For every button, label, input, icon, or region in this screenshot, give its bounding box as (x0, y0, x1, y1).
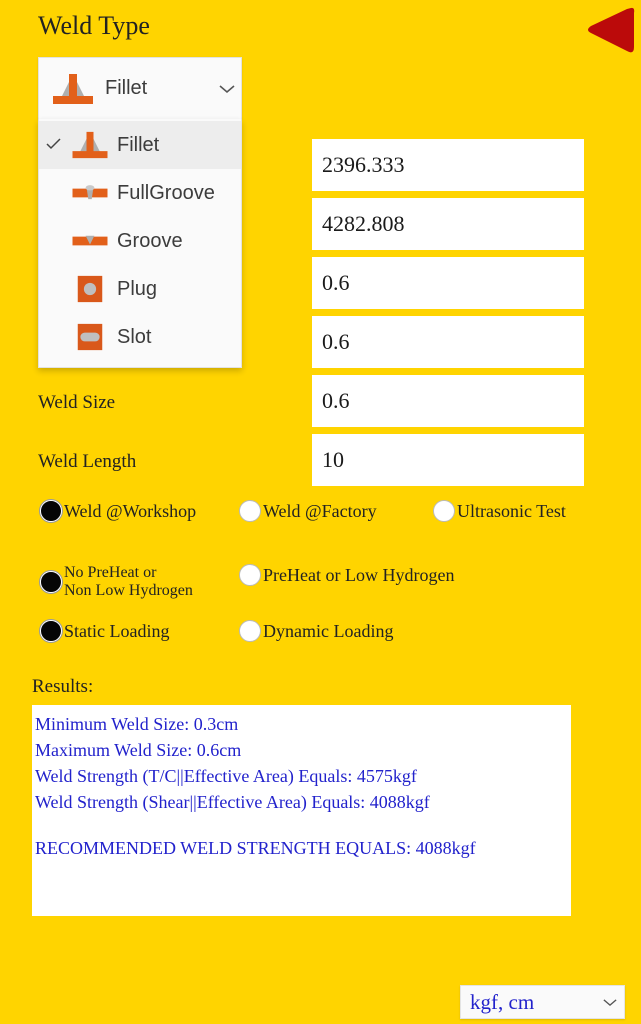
result-line: Weld Strength (Shear||Effective Area) Eq… (35, 792, 430, 812)
input-field-4[interactable] (312, 316, 584, 368)
chevron-down-icon (596, 998, 624, 1007)
check-icon (39, 137, 67, 154)
results-panel: Minimum Weld Size: 0.3cm Maximum Weld Si… (32, 705, 571, 916)
field-label-weld-size: Weld Size (38, 392, 116, 413)
results-caption: Results: (32, 676, 94, 697)
input-field-2[interactable] (312, 198, 584, 250)
radio-indicator[interactable] (239, 500, 261, 522)
weld-type-option-groove[interactable]: Groove (39, 217, 241, 265)
weld-type-option-label: Fillet (117, 133, 160, 156)
radio-indicator[interactable] (40, 620, 62, 642)
radio-dynamic-loading[interactable]: Dynamic Loading (239, 620, 393, 642)
radio-label-line2: Non Low Hydrogen (64, 581, 193, 599)
weld-length-input[interactable] (312, 434, 584, 486)
field-label-weld-length: Weld Length (38, 451, 137, 472)
radio-indicator[interactable] (433, 500, 455, 522)
radio-label: Weld @Factory (263, 500, 377, 521)
result-line: Maximum Weld Size: 0.6cm (35, 740, 242, 760)
result-line-recommended: RECOMMENDED WELD STRENGTH EQUALS: 4088kg… (35, 838, 476, 858)
radio-label: Weld @Workshop (64, 500, 197, 521)
units-select[interactable]: kgf, cm (460, 985, 625, 1019)
radio-indicator[interactable] (40, 570, 62, 593)
units-selected-label: kgf, cm (470, 989, 535, 1014)
weld-type-option-label: Groove (117, 229, 183, 252)
radio-label: Static Loading (64, 620, 170, 641)
weld-type-option-slot[interactable]: Slot (39, 313, 241, 361)
radio-static-loading[interactable]: Static Loading (40, 620, 169, 642)
weld-size-input[interactable] (312, 375, 584, 427)
slot-weld-icon (67, 322, 113, 352)
radio-no-preheat[interactable]: No PreHeat or Non Low Hydrogen (40, 564, 193, 600)
weld-type-selected-label: Fillet (105, 77, 148, 99)
app-logo (577, 2, 637, 62)
weld-type-select[interactable]: Fillet (38, 57, 242, 119)
weld-type-option-label: FullGroove (117, 181, 215, 204)
chevron-down-icon (213, 84, 241, 94)
weld-type-option-label: Slot (117, 325, 152, 348)
page-title: Weld Type (38, 11, 150, 40)
weld-type-option-plug[interactable]: Plug (39, 265, 241, 313)
input-field-1[interactable] (312, 139, 584, 191)
radio-label: Dynamic Loading (263, 620, 394, 641)
radio-indicator[interactable] (40, 500, 62, 522)
radio-indicator[interactable] (239, 620, 261, 642)
radio-preheat-low-hydrogen[interactable]: PreHeat or Low Hydrogen (239, 564, 454, 586)
radio-label: No PreHeat or Non Low Hydrogen (64, 564, 193, 600)
fullgroove-weld-icon (67, 178, 113, 208)
weld-type-option-fullgroove[interactable]: FullGroove (39, 169, 241, 217)
radio-label-line1: No PreHeat or (64, 564, 157, 581)
result-line-spacer (35, 815, 571, 835)
input-field-3[interactable] (312, 257, 584, 309)
radio-label: Ultrasonic Test (457, 500, 566, 521)
fillet-weld-icon (47, 72, 99, 106)
result-line: Minimum Weld Size: 0.3cm (35, 714, 239, 734)
groove-weld-icon (67, 226, 113, 256)
plug-weld-icon (67, 274, 113, 304)
weld-type-dropdown-list[interactable]: Fillet FullGroove Groove Plug Slot (38, 119, 242, 368)
radio-ultrasonic-test[interactable]: Ultrasonic Test (433, 500, 566, 522)
fillet-weld-icon (67, 130, 113, 160)
result-line: Weld Strength (T/C||Effective Area) Equa… (35, 766, 417, 786)
radio-weld-workshop[interactable]: Weld @Workshop (40, 500, 196, 522)
radio-weld-factory[interactable]: Weld @Factory (239, 500, 377, 522)
radio-indicator[interactable] (239, 564, 261, 586)
weld-type-option-label: Plug (117, 277, 158, 300)
weld-type-option-fillet[interactable]: Fillet (39, 121, 241, 169)
radio-label: PreHeat or Low Hydrogen (263, 564, 455, 585)
